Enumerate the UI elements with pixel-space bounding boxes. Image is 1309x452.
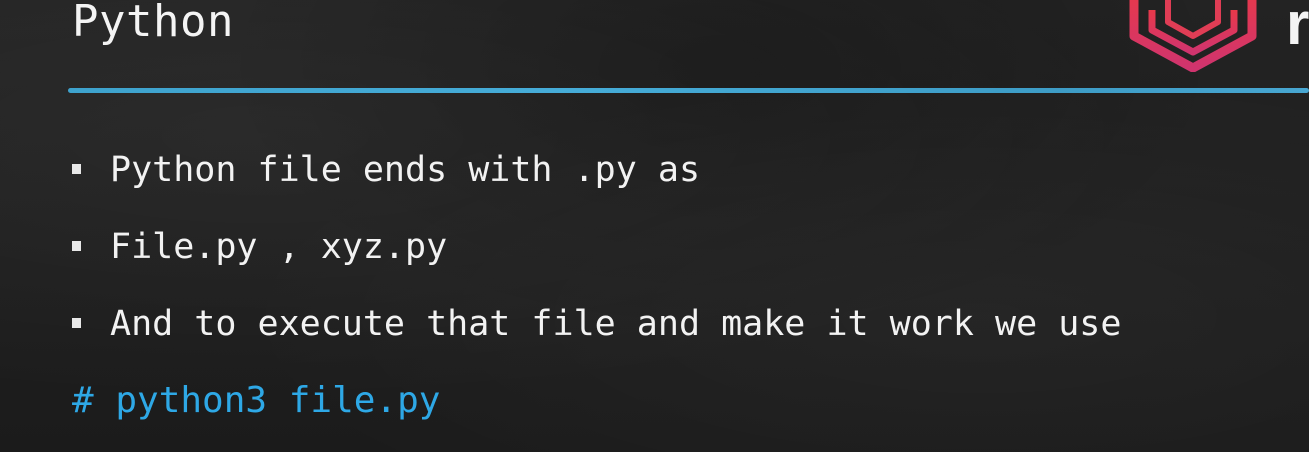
bullet-item: File.py , xyz.py [72,220,1121,297]
square-bullet-icon [72,241,81,251]
bullet-text: And to execute that file and make it wor… [110,304,1122,344]
slide-title: Python [72,0,234,47]
command-example: # python3 file.py [72,380,441,421]
bullet-item: And to execute that file and make it wor… [72,297,1121,374]
bullet-list: Python file ends with .py as File.py , x… [72,143,1121,374]
logo-partial-letter: r [1286,0,1309,57]
square-bullet-icon [72,164,81,174]
hexagon-logo-icon: r [1129,0,1309,72]
title-underline [68,88,1309,93]
bullet-item: Python file ends with .py as [72,143,1121,220]
square-bullet-icon [72,318,81,328]
logo: r [1128,0,1309,72]
bullet-text: Python file ends with .py as [110,150,701,190]
bullet-text: File.py , xyz.py [110,227,448,267]
